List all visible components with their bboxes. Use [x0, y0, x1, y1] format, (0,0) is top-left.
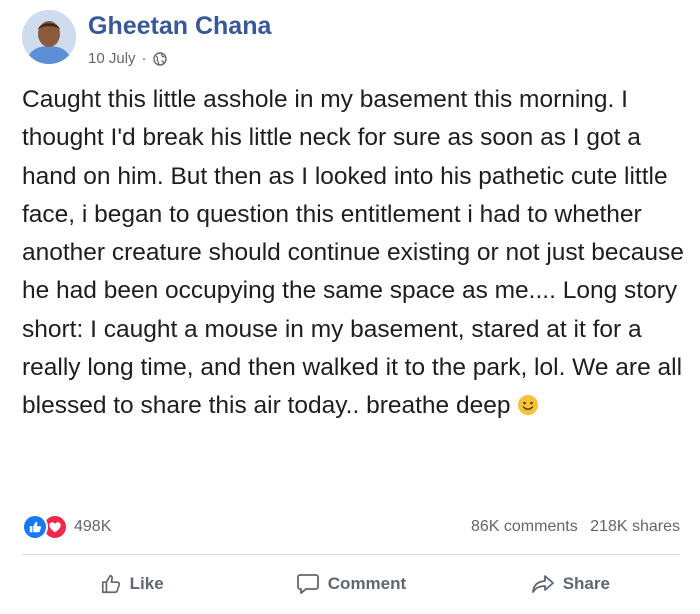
avatar-image: [22, 10, 76, 64]
post-text: Caught this little asshole in my basemen…: [22, 86, 684, 420]
author-name[interactable]: Gheetan Chana: [88, 12, 271, 41]
comments-count[interactable]: 86K comments: [471, 518, 578, 535]
comment-bubble-icon: [296, 574, 319, 594]
shares-count[interactable]: 218K shares: [590, 518, 680, 535]
post-header: Gheetan Chana 10 July ·: [22, 10, 682, 67]
post-actions: Like Comment Share: [22, 556, 680, 612]
comment-label: Comment: [327, 574, 407, 593]
globe-icon[interactable]: [152, 51, 167, 66]
post-body: Caught this little asshole in my basemen…: [22, 81, 687, 426]
share-arrow-icon: [531, 575, 554, 593]
reaction-count: 498K: [74, 518, 112, 535]
share-label: Share: [562, 574, 610, 593]
like-label: Like: [129, 574, 164, 593]
post-date[interactable]: 10 July: [88, 50, 136, 67]
author-avatar[interactable]: [22, 10, 76, 64]
post-stats: 498K 86K comments 218K shares: [22, 514, 680, 544]
like-button[interactable]: Like: [22, 556, 241, 612]
comment-button[interactable]: Comment: [241, 556, 460, 612]
meta-separator: ·: [141, 50, 147, 67]
actions-divider: [22, 554, 680, 555]
reactions-summary[interactable]: 498K: [22, 514, 111, 540]
engagement-counts: 86K comments 218K shares: [471, 518, 680, 536]
share-button[interactable]: Share: [461, 556, 680, 612]
smiley-emoji-icon: [517, 395, 538, 416]
facebook-post: Gheetan Chana 10 July · Caught this litt…: [0, 0, 700, 614]
post-meta: 10 July ·: [88, 50, 167, 67]
thumbs-up-icon: [101, 574, 120, 594]
like-reaction-icon: [22, 514, 48, 540]
